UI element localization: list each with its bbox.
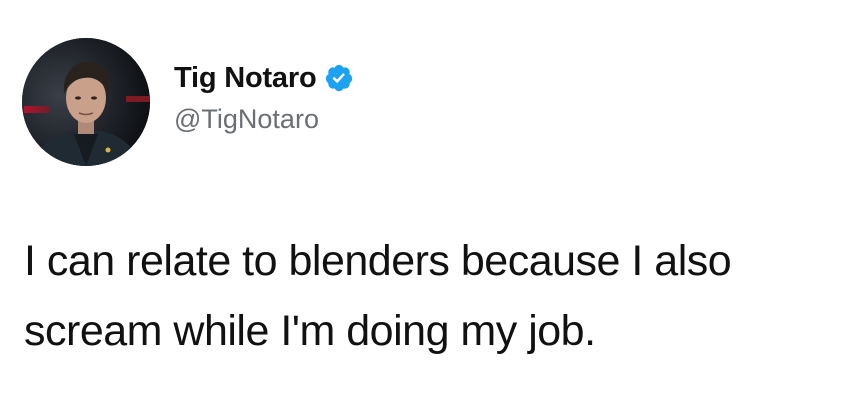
author-avatar[interactable] — [22, 38, 150, 166]
verified-badge-icon — [324, 63, 354, 93]
author-display-name[interactable]: Tig Notaro — [174, 62, 317, 95]
tweet-body-text: I can relate to blenders because I also … — [24, 237, 732, 355]
name-row: Tig Notaro — [174, 60, 354, 96]
author-handle[interactable]: @TigNotaro — [174, 104, 354, 135]
author-info: Tig Notaro @TigNotaro — [174, 60, 354, 135]
tweet-card: Tig Notaro @TigNotaro I can relate to bl… — [0, 0, 865, 411]
profile-photo-icon — [22, 38, 150, 166]
